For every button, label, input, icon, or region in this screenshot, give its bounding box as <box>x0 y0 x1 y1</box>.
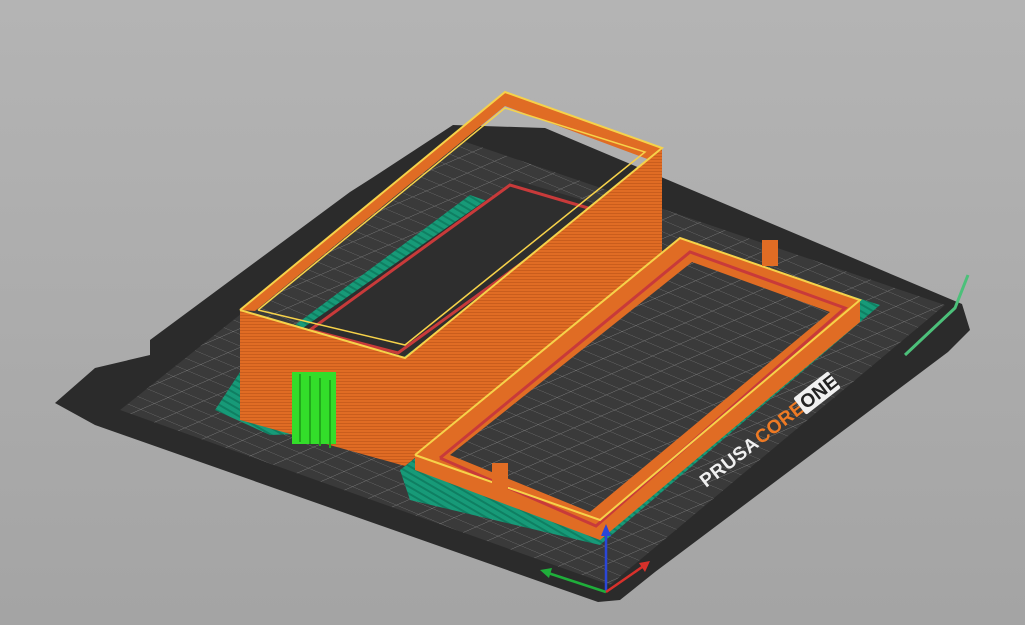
right-frame-tab-top <box>762 240 778 266</box>
3d-viewport[interactable]: PRUSA CORE ONE <box>0 0 1025 625</box>
right-frame-tab-bottom <box>492 463 508 489</box>
support-structure <box>292 372 336 448</box>
slicer-preview-scene[interactable]: PRUSA CORE ONE <box>0 0 1025 625</box>
